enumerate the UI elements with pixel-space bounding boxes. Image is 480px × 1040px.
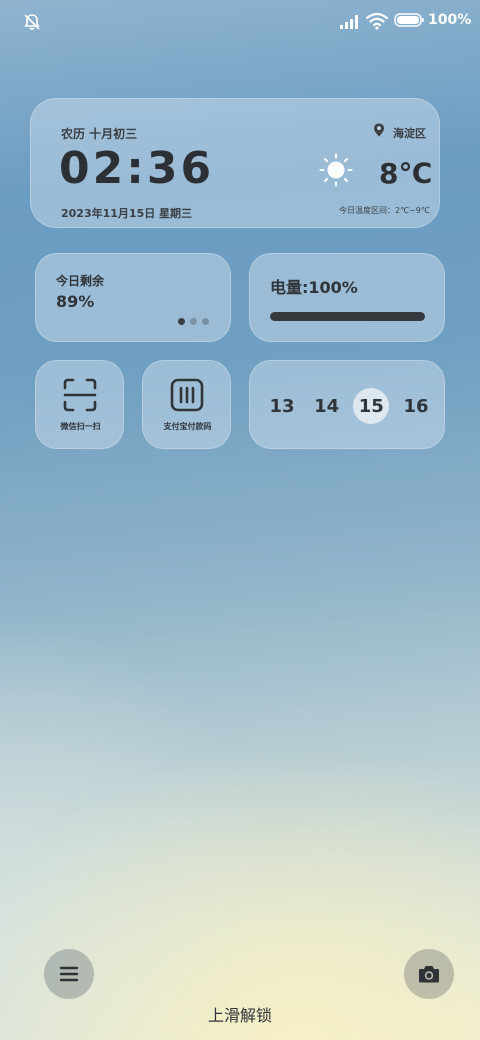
battery-percentage: 100% — [428, 12, 472, 28]
barcode-icon — [170, 378, 204, 412]
remaining-value: 89% — [56, 292, 95, 311]
calendar-day[interactable]: 13 — [264, 388, 300, 424]
camera-button[interactable] — [404, 949, 454, 999]
clock-weather-widget[interactable]: 农历 十月初三 02:36 2023年11月15日 星期三 海淀区 8℃ 今日温… — [30, 98, 440, 228]
bell-off-icon — [24, 14, 40, 30]
location-pin-icon — [374, 123, 384, 137]
page-indicator — [178, 318, 209, 326]
calendar-day[interactable]: 14 — [309, 388, 345, 424]
wechat-scan-label: 微信扫一扫 — [60, 422, 101, 431]
current-temperature: 8℃ — [379, 157, 433, 190]
wechat-scan-shortcut[interactable]: 微信扫一扫 — [35, 360, 124, 449]
calendar-days: 13 14 15 16 — [264, 388, 434, 424]
menu-icon — [59, 966, 79, 982]
battery-bar-fill — [270, 312, 425, 321]
signal-icon — [340, 15, 358, 29]
scan-icon — [63, 378, 97, 412]
page-dot — [178, 318, 185, 325]
calendar-day-today[interactable]: 15 — [353, 388, 390, 424]
location-name: 海淀区 — [393, 127, 426, 140]
wifi-icon — [366, 12, 388, 30]
clock-time: 02:36 — [59, 143, 215, 194]
menu-button[interactable] — [44, 949, 94, 999]
status-bar: 100% — [0, 0, 480, 44]
remaining-widget[interactable]: 今日剩余 89% — [35, 253, 231, 342]
battery-label: 电量:100% — [270, 278, 358, 297]
alipay-paycode-label: 支付宝付款码 — [163, 422, 212, 431]
alipay-paycode-shortcut[interactable]: 支付宝付款码 — [142, 360, 231, 449]
remaining-label: 今日剩余 — [56, 274, 105, 288]
calendar-widget[interactable]: 13 14 15 16 — [249, 360, 445, 449]
page-dot — [190, 318, 197, 325]
swipe-to-unlock-hint: 上滑解锁 — [207, 1006, 272, 1025]
calendar-day[interactable]: 16 — [398, 388, 434, 424]
lunar-date: 农历 十月初三 — [61, 127, 138, 141]
battery-widget[interactable]: 电量:100% — [249, 253, 445, 342]
battery-icon — [394, 13, 424, 27]
battery-bar — [270, 312, 425, 321]
gregorian-date: 2023年11月15日 星期三 — [61, 207, 193, 220]
sun-icon — [319, 153, 353, 187]
page-dot — [202, 318, 209, 325]
camera-icon — [419, 966, 439, 983]
temperature-range: 今日温度区间：2℃~9℃ — [339, 206, 430, 215]
